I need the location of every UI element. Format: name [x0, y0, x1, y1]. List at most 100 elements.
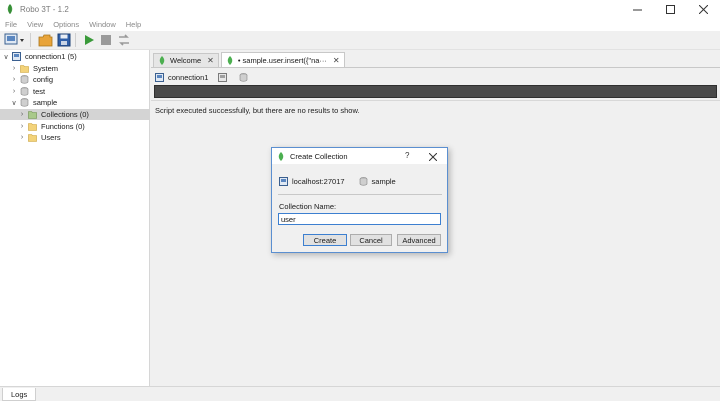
- server-icon: [218, 73, 228, 82]
- server-icon: [279, 177, 288, 186]
- dialog-divider: [278, 194, 442, 195]
- menu-bar: File View Options Window Help: [0, 18, 720, 31]
- minimize-icon: [633, 9, 642, 10]
- tree-item-label: Collections (0): [41, 110, 89, 119]
- mongo-leaf-icon: [159, 56, 165, 65]
- database-icon: [240, 73, 248, 82]
- chevron-right-icon[interactable]: ›: [18, 134, 26, 142]
- mongo-leaf-icon: [227, 55, 233, 65]
- tree-item-label: connection1 (5): [25, 52, 77, 61]
- query-editor[interactable]: [154, 85, 717, 98]
- folder-icon: [20, 65, 29, 73]
- toolbar-separator: [30, 33, 31, 47]
- collection-name-input[interactable]: [278, 213, 441, 225]
- maximize-icon: [666, 4, 675, 14]
- create-collection-dialog: Create Collection ? localhost:27017 samp…: [271, 147, 448, 253]
- dialog-title-bar: Create Collection: [272, 148, 447, 164]
- tree-item-label: sample: [33, 98, 58, 107]
- folder-icon: [28, 111, 37, 119]
- menu-view[interactable]: View: [22, 20, 48, 29]
- execute-icon: [84, 35, 94, 45]
- tree-item-connection1[interactable]: ∨ connection1 (5): [0, 51, 150, 62]
- tree-item-sample[interactable]: ∨ sample: [0, 97, 150, 108]
- folder-icon: [28, 134, 37, 142]
- refresh-icon: [119, 34, 129, 46]
- collection-name-label: Collection Name:: [279, 202, 337, 211]
- menu-options[interactable]: Options: [48, 20, 84, 29]
- logs-tab[interactable]: Logs: [2, 388, 37, 401]
- chevron-right-icon[interactable]: ›: [18, 111, 26, 119]
- open-folder-icon: [38, 34, 52, 46]
- menu-file[interactable]: File: [0, 20, 22, 29]
- tab-query[interactable]: • sample.user.insert({"na··· ✕: [220, 52, 345, 67]
- close-tab-icon[interactable]: ✕: [333, 56, 340, 65]
- connection-label: connection1: [168, 73, 209, 82]
- help-button[interactable]: ?: [405, 151, 409, 160]
- toolbar-separator: [75, 33, 76, 47]
- cancel-button[interactable]: Cancel: [350, 234, 392, 246]
- tree-item-system[interactable]: › System: [0, 63, 150, 74]
- open-button[interactable]: [37, 32, 53, 48]
- chevron-right-icon[interactable]: ›: [10, 65, 18, 73]
- chevron-down-icon[interactable]: ∨: [10, 99, 18, 107]
- robo3t-logo-icon: [7, 4, 13, 14]
- tree-item-label: System: [33, 64, 59, 73]
- chevron-right-icon[interactable]: ›: [18, 123, 26, 131]
- close-icon: [428, 152, 438, 162]
- window-title: Robo 3T - 1.2: [20, 4, 69, 14]
- create-button[interactable]: Create: [303, 234, 347, 246]
- database-icon: [20, 98, 29, 107]
- title-bar: Robo 3T - 1.2: [0, 0, 720, 18]
- tab-welcome[interactable]: Welcome ✕: [153, 53, 219, 67]
- menu-help[interactable]: Help: [121, 20, 146, 29]
- tree-item-collections[interactable]: › Collections (0): [0, 109, 150, 120]
- result-message: Script executed successfully, but there …: [155, 106, 360, 115]
- minimize-button[interactable]: [621, 0, 654, 18]
- window-controls: [621, 0, 720, 18]
- execute-button[interactable]: [82, 32, 96, 48]
- tab-label: Welcome: [170, 56, 202, 65]
- server-icon: [12, 52, 21, 61]
- tree-item-users[interactable]: › Users: [0, 132, 150, 143]
- tree-item-label: test: [33, 87, 46, 96]
- database-label: sample: [371, 177, 396, 186]
- database-icon: [20, 87, 29, 96]
- tree-item-label: Functions (0): [41, 122, 85, 131]
- tree-item-label: Users: [41, 133, 61, 142]
- dialog-title: Create Collection: [290, 151, 348, 161]
- connect-icon: [4, 33, 24, 45]
- menu-window[interactable]: Window: [84, 20, 121, 29]
- close-icon: [699, 4, 708, 14]
- stop-icon: [101, 35, 111, 45]
- chevron-right-icon[interactable]: ›: [10, 88, 18, 96]
- tab-divider: [151, 67, 720, 68]
- save-button[interactable]: [56, 32, 72, 48]
- logs-bar: Logs: [0, 386, 720, 401]
- query-context-bar: connection1: [155, 72, 252, 83]
- tab-bar: Welcome ✕ • sample.user.insert({"na··· ✕: [151, 52, 345, 67]
- tree-item-test[interactable]: › test: [0, 86, 150, 97]
- maximize-button[interactable]: [654, 0, 687, 18]
- advanced-button[interactable]: Advanced: [397, 234, 441, 246]
- toolbar: [0, 31, 720, 50]
- server-icon: [155, 73, 164, 82]
- mongo-leaf-icon: [278, 151, 284, 161]
- chevron-down-icon[interactable]: ∨: [2, 53, 10, 61]
- folder-icon: [28, 123, 37, 131]
- server-label: localhost:27017: [292, 177, 345, 186]
- tree-item-functions[interactable]: › Functions (0): [0, 121, 150, 132]
- refresh-button[interactable]: [116, 32, 132, 48]
- chevron-right-icon[interactable]: ›: [10, 76, 18, 84]
- close-window-button[interactable]: [687, 0, 720, 18]
- tree-item-label: config: [33, 75, 54, 84]
- stop-button[interactable]: [99, 32, 113, 48]
- database-icon: [20, 75, 29, 84]
- tree-item-config[interactable]: › config: [0, 74, 150, 85]
- tab-label: • sample.user.insert({"na···: [237, 55, 327, 65]
- explorer-tree: ∨ connection1 (5) › System › config › te…: [0, 50, 150, 386]
- connect-button[interactable]: [3, 32, 27, 48]
- close-tab-icon[interactable]: ✕: [207, 56, 214, 65]
- dialog-close-button[interactable]: [428, 149, 438, 164]
- dialog-context: localhost:27017 sample: [279, 176, 396, 187]
- database-icon: [359, 177, 367, 186]
